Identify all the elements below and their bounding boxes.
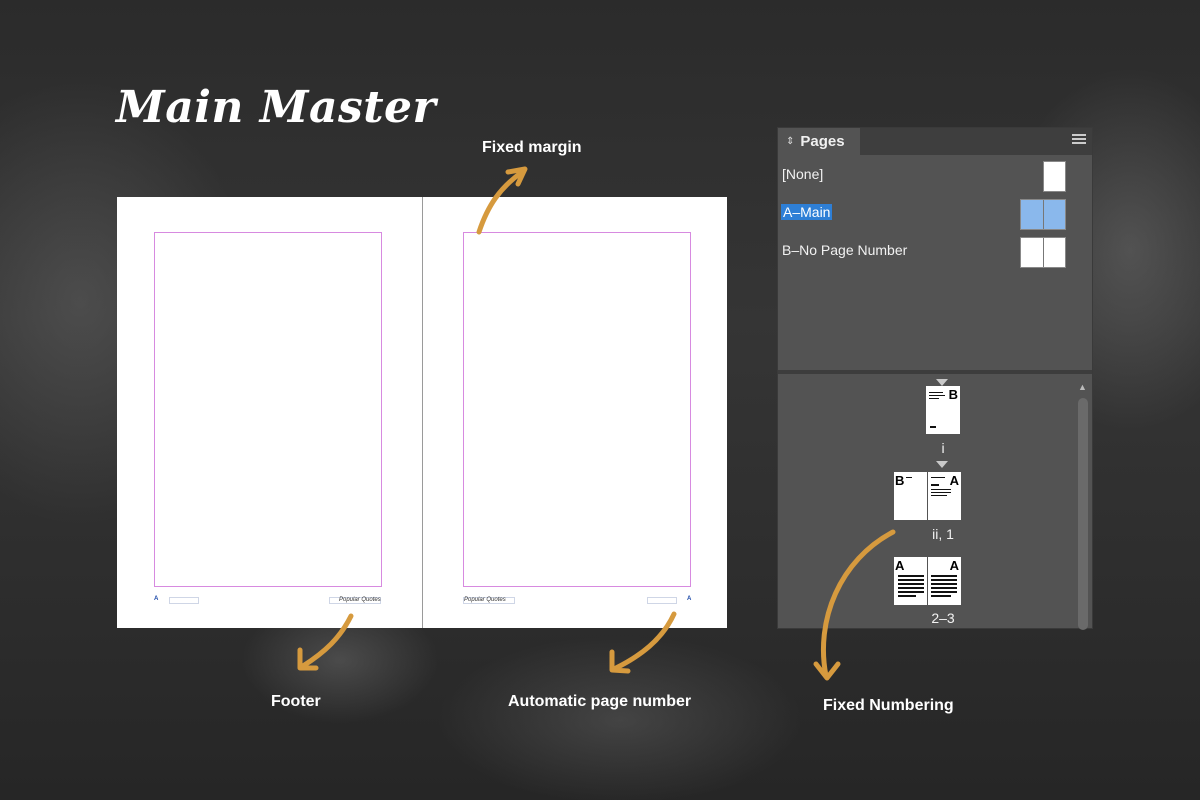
arrow-fixed-margin bbox=[476, 169, 525, 235]
arrow-fixed-numbering bbox=[820, 529, 896, 679]
arrow-auto-page-number bbox=[613, 611, 677, 671]
arrow-footer bbox=[300, 613, 354, 669]
annotation-arrows bbox=[297, 166, 896, 681]
